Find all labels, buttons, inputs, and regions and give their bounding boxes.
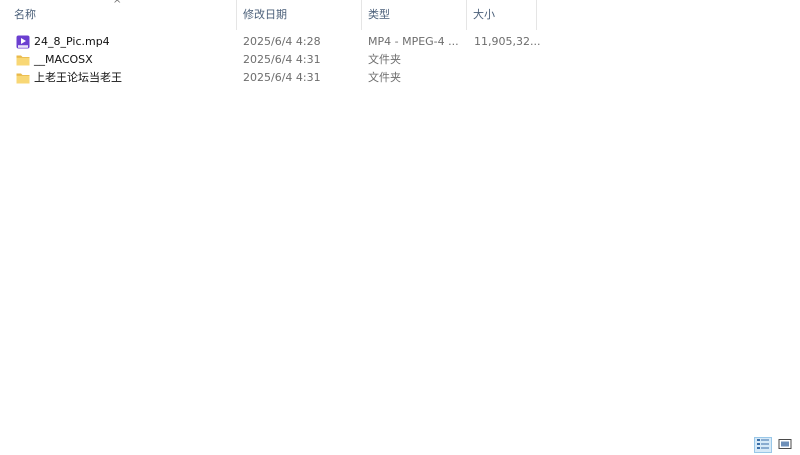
file-row[interactable]: __MACOSX 2025/6/4 4:31 文件夹 <box>0 51 545 69</box>
file-name-cell: 24_8_Pic.mp4 <box>0 33 237 51</box>
file-size: 11,905,32... <box>474 35 541 48</box>
video-file-icon <box>16 35 30 49</box>
column-header-type[interactable]: 类型 <box>362 0 467 30</box>
column-header-size[interactable]: 大小 <box>467 0 537 30</box>
column-header-name[interactable]: 名称 ^ <box>0 0 237 30</box>
column-header-size-label: 大小 <box>473 8 495 21</box>
file-date: 2025/6/4 4:28 <box>243 35 321 48</box>
view-toggle-group <box>754 437 794 453</box>
file-size <box>467 51 542 69</box>
file-name-cell: 上老王论坛当老王 <box>0 69 237 87</box>
column-header-bar: 名称 ^ 修改日期 类型 大小 <box>0 0 540 30</box>
file-name: __MACOSX <box>34 53 93 66</box>
column-header-type-label: 类型 <box>368 8 390 21</box>
column-header-name-label: 名称 <box>14 8 36 21</box>
file-explorer-pane: 名称 ^ 修改日期 类型 大小 24_8_Pic.mp4 2025/6/4 4:… <box>0 0 800 455</box>
file-date: 2025/6/4 4:31 <box>243 53 321 66</box>
folder-icon <box>16 71 30 85</box>
file-size <box>467 69 542 87</box>
file-type: 文件夹 <box>368 53 401 66</box>
file-name: 24_8_Pic.mp4 <box>34 35 110 48</box>
large-icons-view-button[interactable] <box>776 437 794 453</box>
file-row[interactable]: 24_8_Pic.mp4 2025/6/4 4:28 MP4 - MPEG-4 … <box>0 33 545 51</box>
file-row[interactable]: 上老王论坛当老王 2025/6/4 4:31 文件夹 <box>0 69 545 87</box>
file-list: 24_8_Pic.mp4 2025/6/4 4:28 MP4 - MPEG-4 … <box>0 33 545 87</box>
large-icons-view-icon <box>778 438 792 453</box>
details-view-button[interactable] <box>754 437 772 453</box>
column-header-date-label: 修改日期 <box>243 8 287 21</box>
file-name-cell: __MACOSX <box>0 51 237 69</box>
sort-ascending-icon: ^ <box>113 0 122 10</box>
folder-icon <box>16 53 30 67</box>
file-type: 文件夹 <box>368 71 401 84</box>
details-view-icon <box>756 438 770 453</box>
column-header-date[interactable]: 修改日期 <box>237 0 362 30</box>
file-name: 上老王论坛当老王 <box>34 71 122 84</box>
file-date: 2025/6/4 4:31 <box>243 71 321 84</box>
file-type: MP4 - MPEG-4 ... <box>368 35 459 48</box>
